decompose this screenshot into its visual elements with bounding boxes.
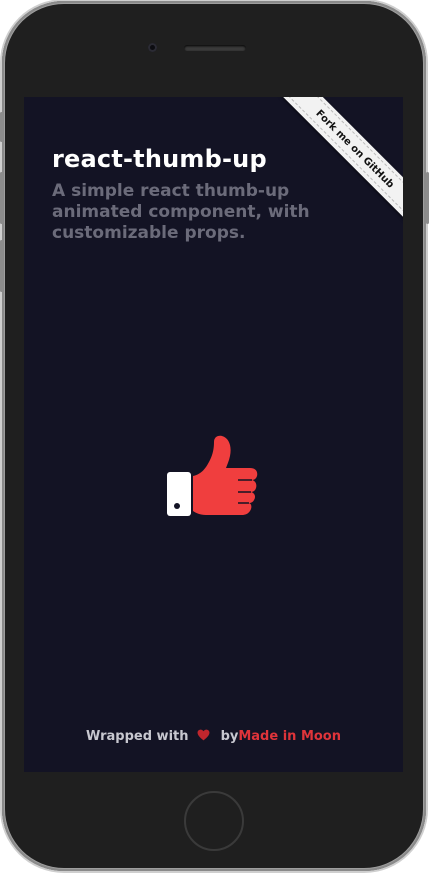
page-title: react-thumb-up bbox=[52, 145, 267, 173]
volume-down-button bbox=[0, 240, 3, 292]
footer: Wrapped with byMade in Moon bbox=[24, 729, 403, 744]
home-button[interactable] bbox=[184, 791, 244, 851]
footer-prefix: Wrapped with bbox=[86, 729, 189, 744]
earpiece-speaker bbox=[184, 45, 246, 51]
footer-by: by bbox=[220, 729, 239, 744]
volume-up-button bbox=[0, 172, 3, 224]
mute-switch bbox=[0, 112, 3, 142]
power-button bbox=[426, 172, 429, 224]
page-subtitle: A simple react thumb-up animated compone… bbox=[52, 181, 310, 243]
thumb-up-icon bbox=[167, 435, 258, 516]
thumb-up-button[interactable] bbox=[166, 434, 261, 524]
heart-icon bbox=[197, 729, 210, 741]
made-in-moon-link[interactable]: Made in Moon bbox=[238, 729, 341, 744]
front-camera bbox=[148, 43, 157, 52]
app-screen: Fork me on GitHub react-thumb-up A simpl… bbox=[24, 97, 403, 772]
